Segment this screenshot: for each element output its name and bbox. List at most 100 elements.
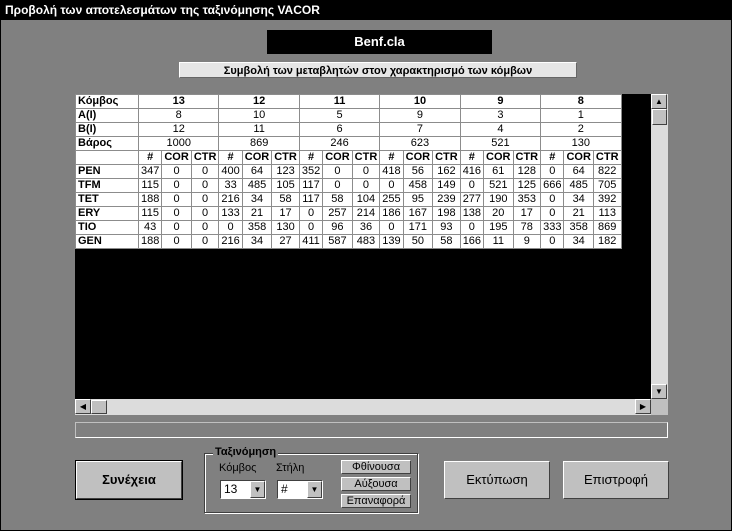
results-grid[interactable]: Κόμβος 13 12 11 10 9 8 A(I) 8 10 5 9 3 1 B(I) 12 11 6 7 4 2 Β… — [75, 94, 668, 415]
print-button[interactable]: Εκτύπωση — [444, 461, 550, 499]
grid-cell: 139 — [379, 234, 404, 249]
grid-cell: 58 — [432, 234, 461, 249]
column-header: COR — [483, 150, 514, 165]
sort-node-select[interactable]: 13 ▼ — [220, 480, 266, 499]
grid-cell: 0 — [540, 164, 565, 179]
grid-cell: 64 — [241, 164, 273, 179]
node-a-cell: 3 — [459, 108, 542, 123]
scroll-down-arrow-icon[interactable]: ▼ — [651, 384, 667, 399]
node-node-cell: 10 — [379, 94, 461, 109]
column-header: COR — [161, 150, 192, 165]
sort-column-label: Στήλη — [276, 462, 305, 474]
column-header: # — [218, 150, 243, 165]
table-row: TIO 43 0 0 0 358 130 0 96 36 0 171 93 0 195 78 333 358 869 — [75, 220, 622, 235]
node-weight-cell: 521 — [459, 136, 542, 151]
grid-cell: 0 — [322, 164, 353, 179]
window-title: Προβολή των αποτελεσμάτων της ταξινόμηση… — [1, 1, 731, 20]
node-a-cell: 10 — [218, 108, 300, 123]
vertical-scroll-thumb[interactable] — [652, 109, 667, 125]
column-header: CTR — [592, 150, 622, 165]
grid-cell: 0 — [540, 206, 565, 221]
row-header: A(I) — [75, 108, 139, 123]
grid-cell: 104 — [351, 192, 381, 207]
column-header: CTR — [271, 150, 300, 165]
grid-cell: 125 — [512, 178, 542, 193]
grid-cell: 43 — [137, 220, 163, 235]
grid-cell: 188 — [137, 234, 163, 249]
weight-row: Βάρος 1000 869 246 623 521 130 — [75, 136, 622, 151]
grid-cell: 50 — [402, 234, 434, 249]
node-weight-cell: 1000 — [137, 136, 220, 151]
grid-cell: 33 — [218, 178, 243, 193]
grid-cell: 0 — [190, 234, 220, 249]
ascending-button[interactable]: Αύξουσα — [341, 477, 411, 491]
grid-cell: 214 — [351, 206, 381, 221]
grid-cell: 133 — [218, 206, 243, 221]
grid-cell: 416 — [459, 164, 485, 179]
column-header: # — [540, 150, 565, 165]
scrollbar-corner — [651, 399, 668, 415]
node-b-cell: 12 — [137, 122, 220, 137]
continue-button[interactable]: Συνέχεια — [75, 460, 183, 500]
column-header: # — [137, 150, 163, 165]
reset-button[interactable]: Επαναφορά — [341, 494, 411, 508]
results-window: Προβολή των αποτελεσμάτων της ταξινόμηση… — [0, 0, 732, 531]
column-header: CTR — [351, 150, 381, 165]
grid-cell: 9 — [512, 234, 542, 249]
grid-cell: 188 — [137, 192, 163, 207]
grid-cell: 0 — [540, 192, 565, 207]
vertical-scrollbar[interactable]: ▲ ▼ — [651, 94, 668, 399]
row-header: B(I) — [75, 122, 139, 137]
node-a-cell: 1 — [540, 108, 622, 123]
back-button[interactable]: Επιστροφή — [563, 461, 669, 499]
scroll-left-arrow-icon[interactable]: ◀ — [75, 399, 91, 414]
grid-cell: 17 — [512, 206, 542, 221]
grid-cell: 105 — [271, 178, 300, 193]
grid-cell: 34 — [563, 192, 594, 207]
column-header: COR — [563, 150, 594, 165]
grid-cell: 198 — [432, 206, 461, 221]
grid-cell: 0 — [190, 220, 220, 235]
grid-cell: 485 — [563, 178, 594, 193]
sort-column-value: # — [281, 482, 288, 496]
node-node-cell: 9 — [459, 94, 542, 109]
grid-cell: 521 — [483, 178, 514, 193]
grid-cell: 0 — [351, 164, 381, 179]
column-header: CTR — [512, 150, 542, 165]
grid-cell: 0 — [298, 206, 324, 221]
table-row: ERY 115 0 0 133 21 17 0 257 214 186 167 198 138 20 17 0 2… — [75, 206, 622, 221]
chevron-down-icon[interactable]: ▼ — [307, 481, 322, 498]
node-a-cell: 8 — [137, 108, 220, 123]
grid-cell: 56 — [402, 164, 434, 179]
grid-cell: 21 — [241, 206, 273, 221]
grid-cell: 0 — [190, 178, 220, 193]
grid-cell: 0 — [540, 234, 565, 249]
grid-cell: 0 — [322, 178, 353, 193]
horizontal-scrollbar[interactable]: ◀ ▶ — [75, 399, 651, 415]
sort-group: Ταξινόμηση Κόμβος Στήλη 13 ▼ # ▼ Φθίνουσ… — [204, 446, 418, 513]
node-b-cell: 6 — [298, 122, 381, 137]
grid-cell: 182 — [592, 234, 622, 249]
grid-cell: 353 — [512, 192, 542, 207]
horizontal-scroll-thumb[interactable] — [91, 400, 107, 414]
grid-cell: 483 — [351, 234, 381, 249]
row-header: PEN — [75, 164, 139, 179]
grid-cell: 0 — [161, 234, 192, 249]
chevron-down-icon[interactable]: ▼ — [250, 481, 265, 498]
scroll-right-arrow-icon[interactable]: ▶ — [635, 399, 651, 414]
scroll-up-arrow-icon[interactable]: ▲ — [651, 94, 667, 109]
node-b-cell: 2 — [540, 122, 622, 137]
sort-column-select[interactable]: # ▼ — [277, 480, 323, 499]
row-header: ERY — [75, 206, 139, 221]
grid-cell: 95 — [402, 192, 434, 207]
descending-button[interactable]: Φθίνουσα — [341, 460, 411, 474]
table-row: GEN 188 0 0 216 34 27 411 587 483 139 50 58 166 11 9 0 34… — [75, 234, 622, 249]
grid-cell: 0 — [190, 164, 220, 179]
node-weight-cell: 130 — [540, 136, 622, 151]
grid-cell: 358 — [241, 220, 273, 235]
node-a-cell: 9 — [379, 108, 461, 123]
grid-cell: 115 — [137, 206, 163, 221]
grid-cell: 58 — [322, 192, 353, 207]
grid-cell: 11 — [483, 234, 514, 249]
file-name-display: Benf.cla — [267, 30, 492, 54]
